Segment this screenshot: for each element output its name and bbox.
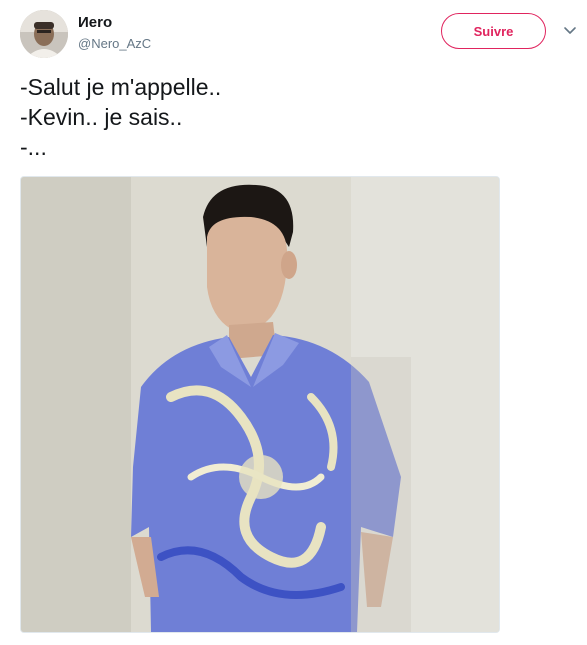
chevron-down-icon[interactable] — [561, 24, 579, 38]
tweet-text-line: -... — [20, 134, 47, 160]
tweet-photo[interactable] — [20, 176, 500, 633]
tweet-text-line: -Kevin.. je sais.. — [20, 104, 183, 130]
photo-image — [21, 177, 499, 632]
tweet-card: Иero @Nero_AzC Suivre -Salut je m'appell… — [0, 0, 587, 645]
display-name[interactable]: Иero — [78, 14, 112, 32]
user-handle[interactable]: @Nero_AzC — [78, 36, 151, 52]
follow-button[interactable]: Suivre — [441, 13, 546, 49]
tweet-text-line: -Salut je m'appelle.. — [20, 74, 222, 100]
avatar-image — [20, 10, 68, 58]
avatar[interactable] — [20, 10, 68, 58]
tweet-text: -Salut je m'appelle.. -Kevin.. je sais..… — [20, 72, 560, 162]
